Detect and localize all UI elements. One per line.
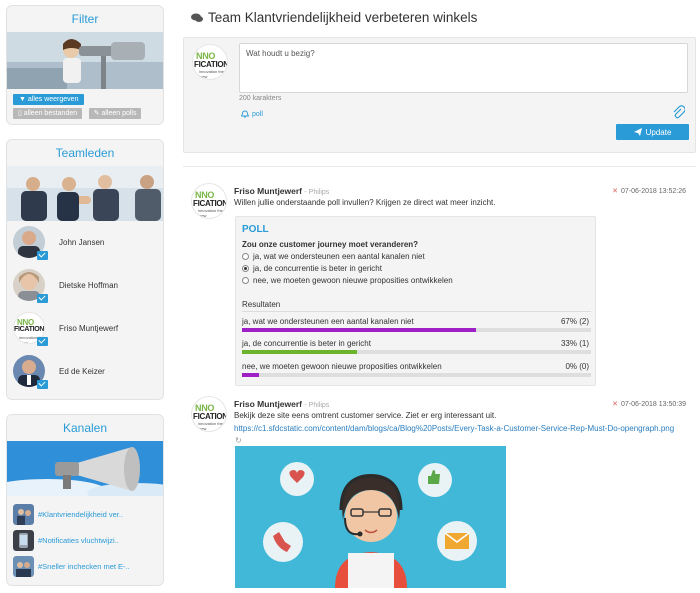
member-item[interactable]: John Jansen: [13, 226, 105, 260]
poll-title: POLL: [242, 224, 269, 235]
post-timestamp: ✕ 07-06-2018 13:52:26: [612, 188, 686, 195]
status-input[interactable]: [239, 43, 688, 93]
poll-box: POLL Zou onze customer journey moet vera…: [235, 216, 596, 386]
channel-item[interactable]: #Klantvriendelijkheid ver..: [13, 504, 123, 525]
mail-icon[interactable]: [37, 380, 48, 389]
page-title: Team Klantvriendelijkheid verbeteren win…: [191, 10, 477, 25]
author-avatar: NNO FICATION innovation the crew: [191, 183, 227, 219]
show-all-button[interactable]: ▼ alles weergeven: [13, 94, 85, 105]
user-avatar: NNO FICATION innovation the crew: [192, 44, 228, 80]
channel-label: #Klantvriendelijkheid ver..: [38, 510, 124, 519]
avatar: NNO FICATION innovation the crew: [13, 312, 48, 346]
poll-option[interactable]: ja, wat we ondersteunen een aantal kanal…: [242, 252, 425, 261]
paperclip-icon[interactable]: [673, 105, 685, 119]
mail-icon[interactable]: [37, 251, 48, 260]
member-name: Ed de Keizer: [59, 366, 105, 376]
mail-icon[interactable]: [37, 337, 48, 346]
composer: NNO FICATION innovation the crew 200 kar…: [183, 37, 696, 153]
mail-icon[interactable]: [37, 294, 48, 303]
send-icon: [633, 128, 642, 136]
channel-thumbnail: [13, 504, 34, 525]
results-label: Resultaten: [242, 300, 281, 309]
delete-icon[interactable]: ✕: [612, 401, 618, 408]
post-text: Willen jullie onderstaande poll invullen…: [234, 198, 496, 207]
member-name: John Jansen: [59, 237, 105, 247]
team-image: [7, 166, 163, 221]
customer-service-image[interactable]: [235, 446, 506, 588]
post-author: Friso Muntjewerf - Philips: [234, 399, 330, 409]
post-text: Bekijk deze site eens omtrent customer s…: [234, 411, 497, 420]
radio-button[interactable]: [242, 253, 249, 260]
channel-item[interactable]: #Notificaties vluchtwijzi..: [13, 530, 119, 551]
result-bar: [242, 373, 260, 377]
result-bar-track: [242, 373, 591, 377]
result-bar: [242, 328, 476, 332]
channel-item[interactable]: #Sneller inchecken met E-..: [13, 556, 130, 577]
only-files-button[interactable]: ▯ alleen bestanden: [13, 108, 83, 119]
channel-thumbnail: [13, 530, 34, 551]
post-timestamp: ✕ 07-06-2018 13:50:39: [612, 401, 686, 408]
update-button[interactable]: Update: [616, 124, 689, 140]
filter-image: [7, 32, 163, 89]
only-polls-button[interactable]: ✎ alleen polls: [88, 108, 142, 119]
avatar: [13, 355, 48, 389]
char-counter: 200 karakters: [239, 95, 282, 102]
avatar: [13, 269, 48, 303]
radio-button[interactable]: [242, 277, 249, 284]
member-item[interactable]: NNO FICATION innovation the crew Friso M…: [13, 312, 119, 346]
filter-card: Filter ▼ alles weergeven ▯ alleen bestan…: [6, 5, 164, 125]
result-bar: [242, 350, 358, 354]
bell-icon: [241, 110, 249, 118]
result-bar-track: [242, 328, 591, 332]
channels-card: Kanalen #Klantvriendelijkheid ver.. #Not…: [6, 414, 164, 586]
team-title: Teamleden: [55, 146, 115, 160]
poll-question: Zou onze customer journey moet verandere…: [242, 240, 419, 249]
refresh-icon[interactable]: ↻: [235, 436, 242, 445]
post-author: Friso Muntjewerf - Philips: [234, 186, 330, 196]
channels-title: Kanalen: [62, 421, 108, 435]
member-item[interactable]: Ed de Keizer: [13, 355, 105, 389]
megaphone-image: [7, 441, 163, 496]
member-name: Dietske Hoffman: [59, 280, 118, 290]
member-item[interactable]: Dietske Hoffman: [13, 269, 118, 303]
channel-label: #Sneller inchecken met E-..: [38, 562, 130, 571]
divider: [242, 311, 591, 312]
channel-label: #Notificaties vluchtwijzi..: [38, 536, 119, 545]
channel-thumbnail: [13, 556, 34, 577]
poll-option[interactable]: ja, de concurrentie is beter in gericht: [242, 264, 382, 273]
filter-title: Filter: [71, 12, 99, 26]
post-link[interactable]: https://c1.sfdcstatic.com/content/dam/bl…: [234, 424, 674, 433]
poll-button[interactable]: poll: [241, 110, 263, 118]
radio-button[interactable]: [242, 265, 249, 272]
filter-icon: ▼: [19, 96, 28, 103]
avatar: [13, 226, 48, 260]
delete-icon[interactable]: ✕: [612, 188, 618, 195]
result-bar-track: [242, 350, 591, 354]
member-name: Friso Muntjewerf: [59, 323, 119, 333]
chat-icon: [191, 13, 203, 22]
team-card: Teamleden John Jansen Dietske Hoffman NN…: [6, 139, 164, 400]
author-avatar: NNO FICATION innovation the crew: [191, 396, 227, 432]
poll-option[interactable]: nee, we moeten gewoon nieuwe proposities…: [242, 276, 453, 285]
